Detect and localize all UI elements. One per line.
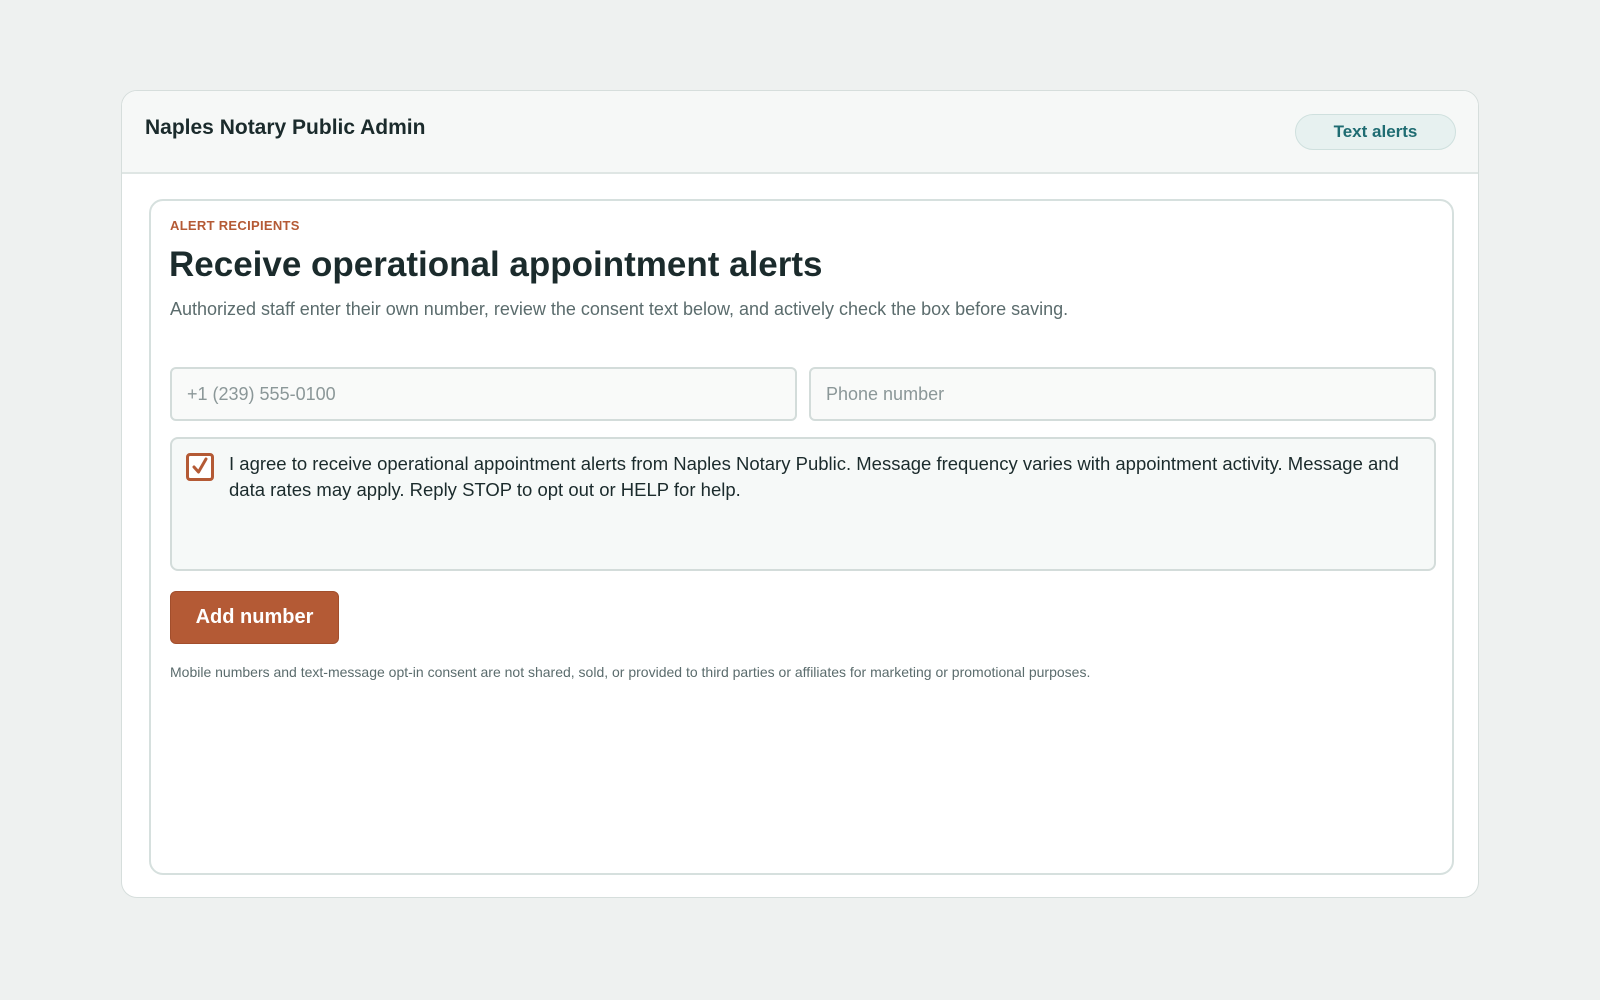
text-alerts-tab[interactable]: Text alerts bbox=[1295, 114, 1456, 150]
section-eyebrow: ALERT RECIPIENTS bbox=[170, 218, 300, 233]
page-subtitle: Authorized staff enter their own number,… bbox=[170, 299, 1069, 319]
page-title: Receive operational appointment alerts bbox=[169, 245, 823, 284]
admin-window: Naples Notary Public Admin Text alerts A… bbox=[121, 90, 1479, 898]
alert-recipients-card: ALERT RECIPIENTS Receive operational app… bbox=[149, 199, 1454, 875]
checkmark-icon bbox=[192, 457, 208, 474]
add-number-button[interactable]: Add number bbox=[170, 591, 339, 644]
phone-number-input[interactable] bbox=[809, 367, 1436, 421]
consent-checkbox[interactable] bbox=[186, 453, 214, 481]
top-bar: Naples Notary Public Admin Text alerts bbox=[122, 91, 1478, 174]
consent-text: I agree to receive operational appointme… bbox=[229, 453, 1399, 500]
phone-number-input-primary[interactable] bbox=[170, 367, 797, 421]
app-title: Naples Notary Public Admin bbox=[145, 116, 426, 139]
consent-panel: I agree to receive operational appointme… bbox=[170, 437, 1436, 571]
privacy-footnote: Mobile numbers and text-message opt-in c… bbox=[170, 664, 1091, 680]
